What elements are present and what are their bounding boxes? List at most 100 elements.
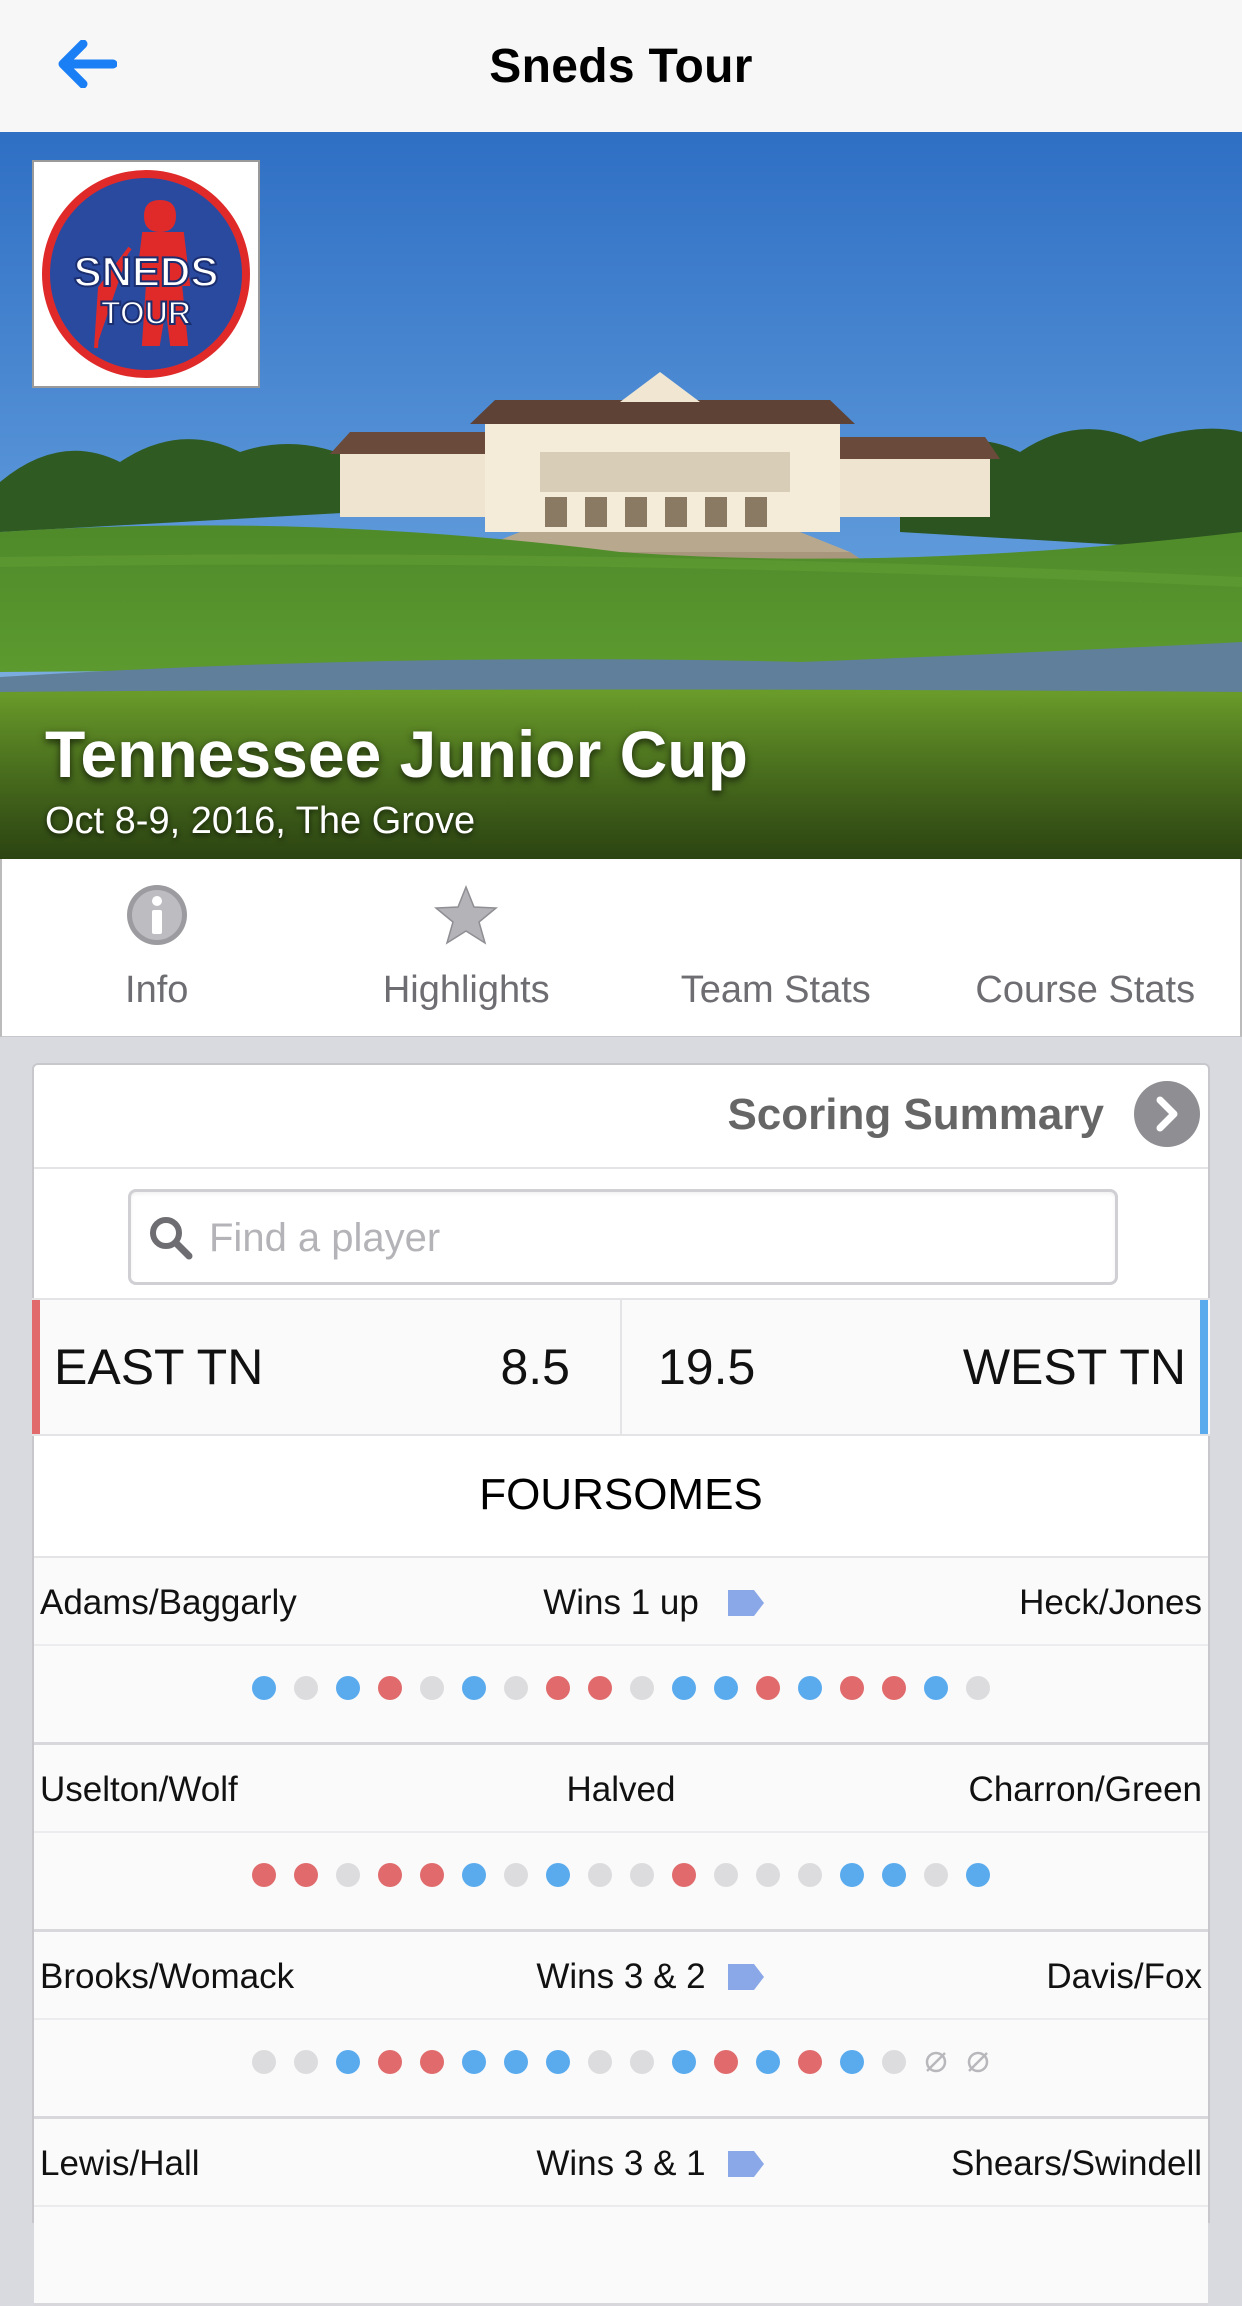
event-subtitle: Oct 8-9, 2016, The Grove [45,800,476,842]
hole-dot [630,1863,654,1887]
hole-results [34,2237,1208,2267]
scoring-summary-label: Scoring Summary [727,1090,1104,1139]
hole-dot [966,1863,990,1887]
hole-dot [504,1676,528,1700]
hole-dot [714,2050,738,2074]
back-button[interactable] [54,38,120,90]
tab-course-stats[interactable]: Course Stats [931,859,1241,1036]
hole-dot [462,1863,486,1887]
winner-flag-icon [728,2151,764,2177]
match-row[interactable]: Uselton/Wolf Halved Charron/Green [34,1745,1208,1932]
tab-label: Team Stats [680,969,871,1011]
winner-flag-icon [728,1964,764,1990]
hole-dot [588,1676,612,1700]
hole-dot [714,1676,738,1700]
hole-dot [588,1863,612,1887]
team-points-left: 8.5 [500,1339,570,1395]
hole-dot [882,2050,906,2074]
match-row[interactable]: Brooks/Womack Wins 3 & 2 Davis/Fox [34,1932,1208,2119]
hole-dot [672,1863,696,1887]
hole-results [34,2050,1208,2080]
hole-dot [462,1676,486,1700]
hole-dot [378,2050,402,2074]
tour-logo: SNEDS TOUR [32,160,260,388]
hole-dot [840,2050,864,2074]
hole-dot [252,2050,276,2074]
hole-dot [378,1676,402,1700]
hole-dot [294,1676,318,1700]
svg-text:SNEDS: SNEDS [74,248,219,295]
hole-dot [798,1676,822,1700]
hole-dot [714,1863,738,1887]
tab-highlights[interactable]: Highlights [312,859,622,1036]
hole-dot [756,1863,780,1887]
section-title: FOURSOMES [34,1436,1208,1558]
match-pair-right: Heck/Jones [1019,1583,1202,1622]
back-arrow-icon [58,40,117,88]
match-result: Wins 3 & 2 [536,1957,706,1996]
match-pair-right: Davis/Fox [1046,1957,1202,1996]
hole-dot [630,2050,654,2074]
hole-dot [840,1676,864,1700]
team-points-right: 19.5 [658,1339,756,1395]
hole-dot [378,1863,402,1887]
hole-dot [336,1676,360,1700]
hole-dot [252,1676,276,1700]
hole-dot [672,1676,696,1700]
team-score-right: 19.5 WEST TN [620,1300,1208,1434]
match-row[interactable]: Adams/Baggarly Wins 1 up Heck/Jones [34,1558,1208,1745]
tab-info[interactable]: Info [2,859,312,1036]
search-box[interactable] [128,1189,1118,1285]
winner-flag-icon [728,1590,764,1616]
hole-dot [546,1676,570,1700]
hole-not-played-icon [924,2050,948,2074]
team-name-right: WEST TN [962,1339,1186,1395]
hole-dot [756,1676,780,1700]
hole-dot [294,2050,318,2074]
hole-dot [630,1676,654,1700]
hole-dot [882,1676,906,1700]
event-title: Tennessee Junior Cup [45,717,748,791]
hole-dot [336,2050,360,2074]
scoring-summary-row[interactable]: Scoring Summary [34,1065,1208,1169]
hole-dot [462,2050,486,2074]
tab-label: Info [125,969,189,1011]
svg-text:TOUR: TOUR [101,295,191,331]
match-row[interactable]: Lewis/Hall Wins 3 & 1 Shears/Swindell [34,2119,1208,2306]
hole-dot [336,1863,360,1887]
hole-dot [966,1676,990,1700]
hole-dot [672,2050,696,2074]
tab-label: Highlights [382,969,550,1011]
player-search-input[interactable] [207,1192,1091,1284]
hole-dot [294,1863,318,1887]
hole-dot [504,2050,528,2074]
star-icon [434,884,499,945]
hole-results [34,1863,1208,1893]
hole-dot [546,1863,570,1887]
hole-dot [252,1863,276,1887]
team-name-left: EAST TN [54,1339,264,1395]
tab-bar: Info Highlights Team Stats Course Stats [0,859,1242,1037]
hole-dot [420,1863,444,1887]
nav-bar: Sneds Tour [0,0,1242,133]
hole-dot [420,2050,444,2074]
match-pair-right: Shears/Swindell [951,2144,1202,2183]
hole-dot [588,2050,612,2074]
scoring-card: Scoring Summary EAST TN 8.5 19.5 WEST TN… [32,1063,1210,2306]
event-hero: SNEDS TOUR Tennessee Junior Cup Oct 8-9,… [0,132,1242,859]
hole-results [34,1676,1208,1706]
hole-dot [546,2050,570,2074]
hole-dot [756,2050,780,2074]
hole-dot [840,1863,864,1887]
chevron-right-icon[interactable] [1134,1081,1200,1147]
hole-not-played-icon [966,2050,990,2074]
tab-label: Course Stats [975,969,1196,1011]
hole-dot [798,2050,822,2074]
match-pair-right: Charron/Green [968,1770,1202,1809]
tab-team-stats[interactable]: Team Stats [621,859,931,1036]
team-score-left: EAST TN 8.5 [32,1300,620,1434]
search-icon [150,1217,193,1260]
hole-dot [798,1863,822,1887]
team-score-row: EAST TN 8.5 19.5 WEST TN [32,1298,1210,1436]
hole-dot [924,1863,948,1887]
